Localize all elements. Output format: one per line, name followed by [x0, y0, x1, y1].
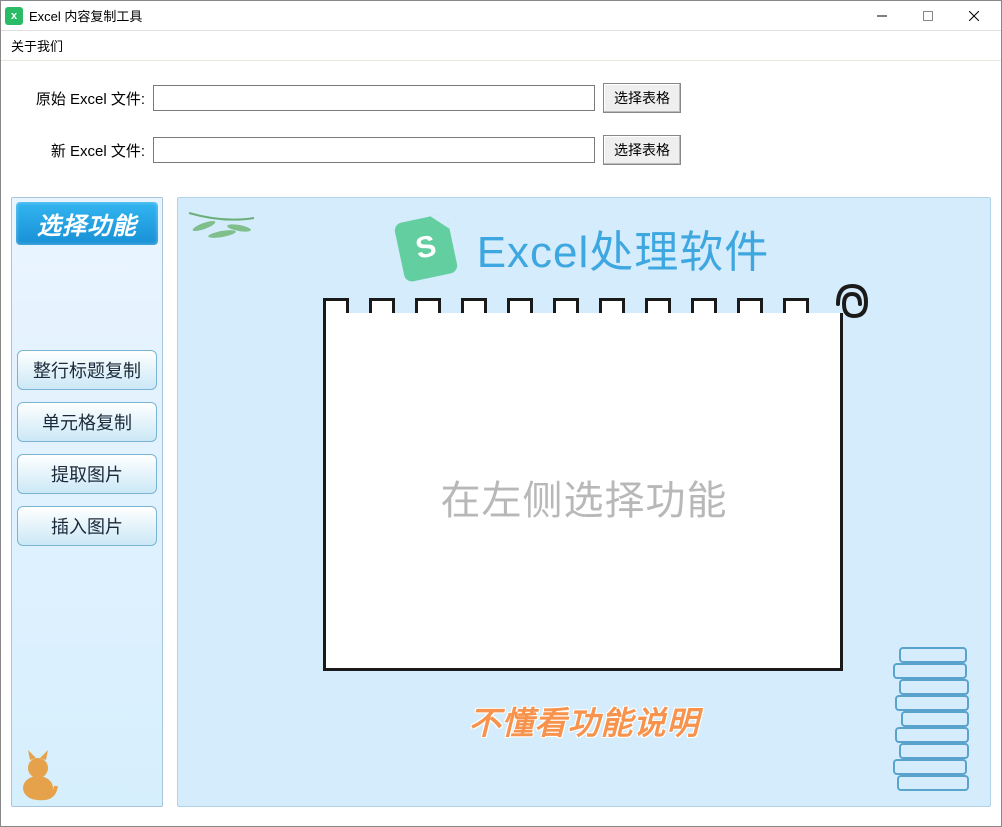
- paperclip-icon: [826, 274, 878, 326]
- sidebar-btn-copy-cell[interactable]: 单元格复制: [17, 402, 157, 442]
- app-icon: x: [5, 7, 23, 25]
- sidebar-btn-insert-image[interactable]: 插入图片: [17, 506, 157, 546]
- main-panel: S Excel处理软件 在左侧选择功能 不懂看功能说明: [177, 197, 991, 807]
- sidebar-btn-extract-image[interactable]: 提取图片: [17, 454, 157, 494]
- sidebar: 选择功能 整行标题复制 单元格复制 提取图片 插入图片: [11, 197, 163, 807]
- excel-doc-icon-letter: S: [412, 229, 439, 266]
- cat-icon: [16, 748, 60, 802]
- placeholder-text: 在左侧选择功能: [178, 468, 990, 526]
- target-select-button[interactable]: 选择表格: [603, 135, 681, 165]
- close-button[interactable]: [951, 1, 997, 31]
- app-icon-letter: x: [11, 10, 17, 22]
- file-section: 原始 Excel 文件: 选择表格 新 Excel 文件: 选择表格: [1, 61, 1001, 197]
- excel-doc-icon: S: [393, 213, 458, 283]
- source-file-label: 原始 Excel 文件:: [21, 88, 153, 109]
- sidebar-btn-copy-row[interactable]: 整行标题复制: [17, 350, 157, 390]
- target-file-row: 新 Excel 文件: 选择表格: [21, 135, 981, 165]
- content-area: 选择功能 整行标题复制 单元格复制 提取图片 插入图片 S Excel处理软件: [1, 197, 1001, 817]
- source-file-input[interactable]: [153, 85, 595, 111]
- leaves-icon: [184, 208, 264, 268]
- books-icon: [880, 646, 980, 796]
- menu-about[interactable]: 关于我们: [7, 34, 67, 57]
- sidebar-buttons: 整行标题复制 单元格复制 提取图片 插入图片: [16, 350, 158, 546]
- titlebar: x Excel 内容复制工具: [1, 1, 1001, 31]
- window-controls: [859, 1, 997, 31]
- main-title: Excel处理软件: [477, 216, 770, 280]
- window-title: Excel 内容复制工具: [29, 6, 859, 25]
- sidebar-header: 选择功能: [16, 202, 158, 245]
- maximize-button[interactable]: [905, 1, 951, 31]
- menubar: 关于我们: [1, 31, 1001, 61]
- hint-text: 不懂看功能说明: [178, 698, 990, 744]
- target-file-input[interactable]: [153, 137, 595, 163]
- source-select-button[interactable]: 选择表格: [603, 83, 681, 113]
- minimize-button[interactable]: [859, 1, 905, 31]
- main-header: S Excel处理软件: [178, 198, 990, 280]
- target-file-label: 新 Excel 文件:: [21, 140, 153, 161]
- source-file-row: 原始 Excel 文件: 选择表格: [21, 83, 981, 113]
